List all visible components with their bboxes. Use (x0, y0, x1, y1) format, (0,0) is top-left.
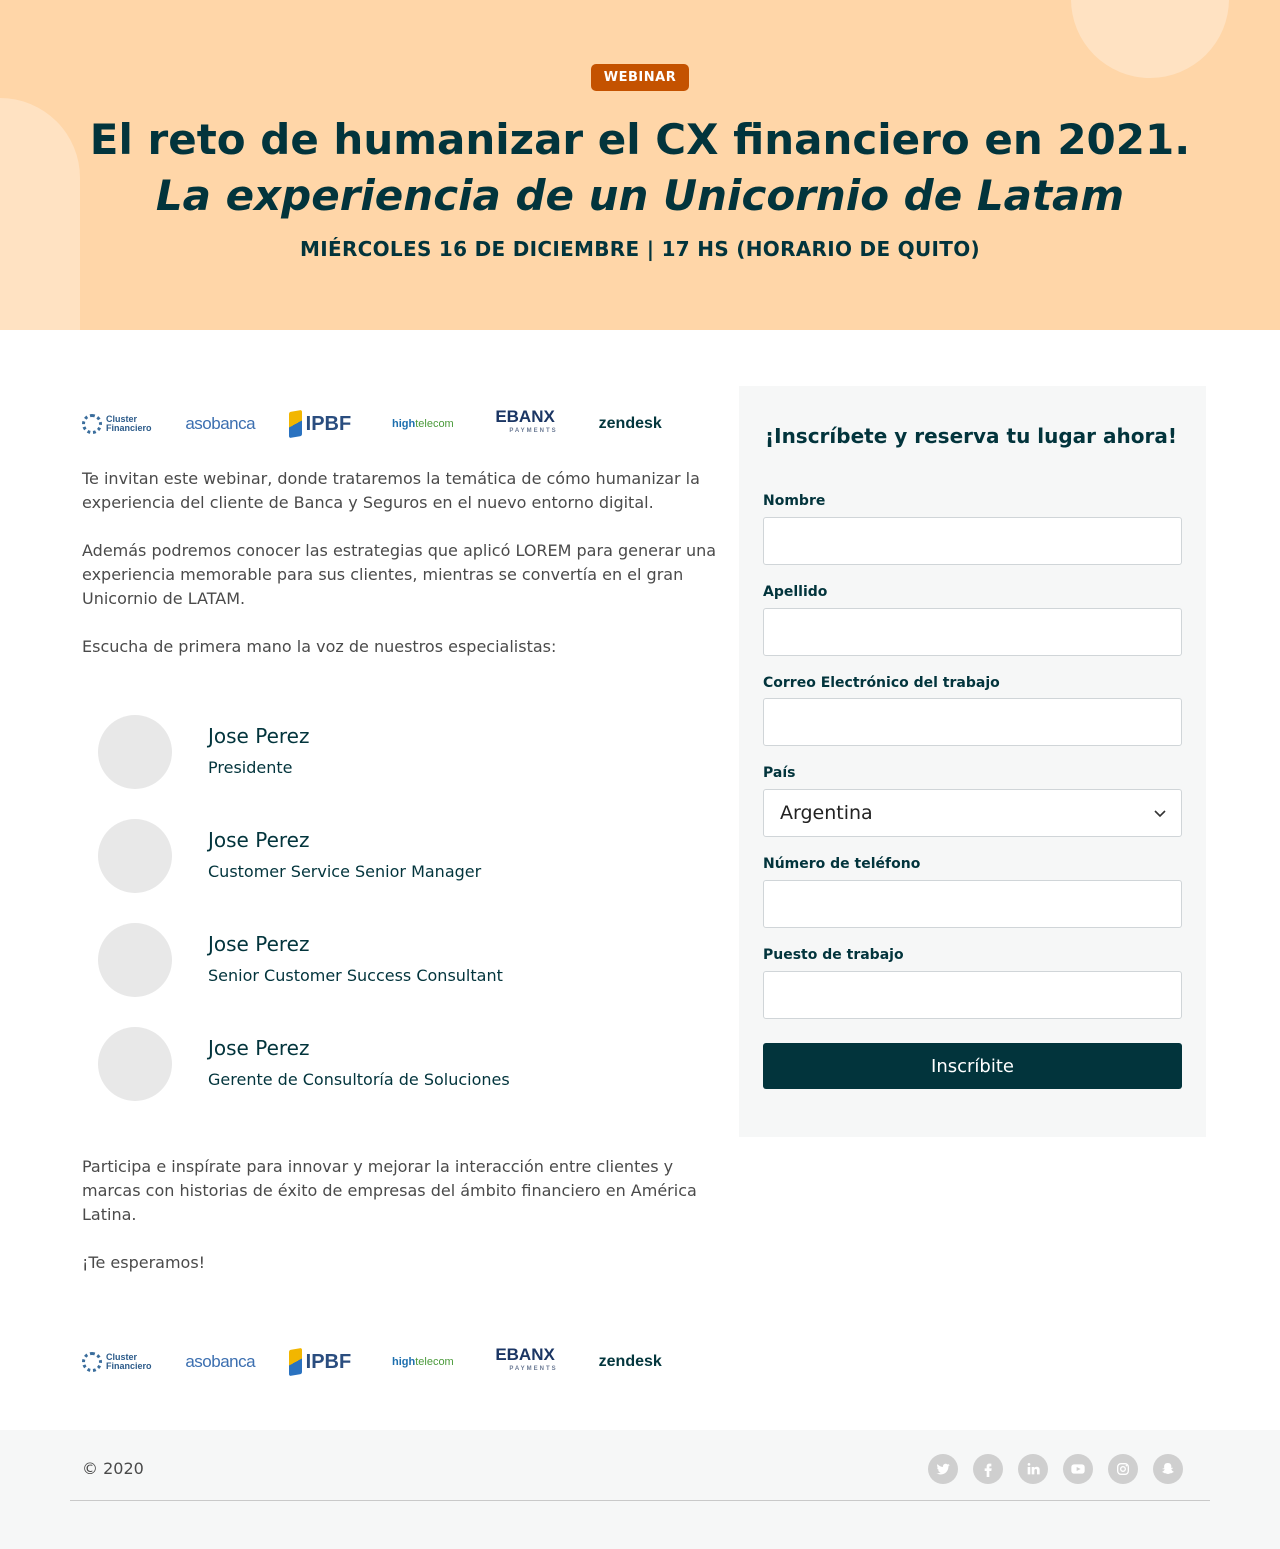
avatar (98, 715, 172, 789)
cluster-financiero-logo: Cluster Financiero (82, 409, 185, 439)
strategy-text: Además podremos conocer las estrategias … (82, 541, 717, 608)
snapchat-icon[interactable] (1153, 1454, 1183, 1484)
sponsor-logos-top: Cluster Financiero asobanca IPBF high tele… (82, 407, 702, 439)
ebanx-logo: EBANX PAYMENTS (495, 1345, 558, 1372)
phone-field[interactable] (763, 880, 1182, 928)
speaker-card: Jose Perez Senior Customer Success Consu… (98, 923, 718, 997)
speaker-role: Senior Customer Success Consultant (208, 966, 503, 985)
zendesk-logo: zendesk (598, 1353, 662, 1370)
linkedin-icon[interactable] (1018, 1454, 1048, 1484)
page-title: El reto de humanizar el CX financiero en… (89, 115, 1191, 164)
speaker-role: Gerente de Consultoría de Soluciones (208, 1070, 510, 1089)
last-name-label: Apellido (763, 584, 828, 600)
speaker-name: Jose Perez (208, 724, 310, 748)
hero-banner: WEBINAR El reto de humanizar el CX finan… (0, 0, 1280, 330)
registration-form: ¡Inscríbete y reserva tu lugar ahora! No… (739, 386, 1206, 1137)
chevron-down-icon (1154, 810, 1166, 818)
email-field[interactable] (763, 698, 1182, 746)
footer: © 2020 (0, 1430, 1280, 1549)
speaker-card: Jose Perez Presidente (98, 715, 718, 789)
ebanx-logo: EBANX PAYMENTS (495, 407, 558, 434)
country-selected-value: Argentina (780, 802, 873, 824)
facebook-icon[interactable] (973, 1454, 1003, 1484)
speaker-role: Customer Service Senior Manager (208, 862, 482, 881)
phone-label: Número de teléfono (763, 856, 921, 872)
asobanca-logo: asobanca (185, 1352, 256, 1371)
speaker-card: Jose Perez Gerente de Consultoría de Sol… (98, 1027, 718, 1101)
avatar (98, 819, 172, 893)
last-name-field[interactable] (763, 608, 1182, 656)
closing-text: ¡Te esperamos! (82, 1253, 206, 1272)
speaker-name: Jose Perez (208, 828, 310, 852)
social-links (928, 1454, 1198, 1484)
hero-decoration-right (1071, 0, 1229, 78)
cluster-financiero-logo: Cluster Financiero (82, 1347, 185, 1377)
avatar (98, 923, 172, 997)
country-label: País (763, 765, 796, 781)
asobanca-logo: asobanca (185, 414, 256, 433)
speaker-role: Presidente (208, 758, 293, 777)
twitter-icon[interactable] (928, 1454, 958, 1484)
ipbf-logo: IPBF (288, 1347, 392, 1377)
form-title: ¡Inscríbete y reserva tu lugar ahora! (765, 424, 1177, 448)
event-date: MIÉRCOLES 16 DE DICIEMBRE | 17 HS (HORAR… (300, 237, 980, 261)
speaker-name: Jose Perez (208, 932, 310, 956)
listen-text: Escucha de primera mano la voz de nuestr… (82, 637, 557, 656)
job-title-field[interactable] (763, 971, 1182, 1019)
hightelecom-logo: high telecom (391, 418, 454, 430)
first-name-label: Nombre (763, 493, 826, 509)
copyright: © 2020 (82, 1459, 144, 1478)
ipbf-logo: IPBF (288, 409, 392, 439)
zendesk-logo: zendesk (598, 415, 662, 432)
submit-button[interactable]: Inscríbite (763, 1043, 1182, 1089)
participate-text: Participa e inspírate para innovar y mej… (82, 1157, 697, 1224)
speaker-card: Jose Perez Customer Service Senior Manag… (98, 819, 718, 893)
page-subtitle: La experiencia de un Unicornio de Latam (155, 171, 1125, 220)
first-name-field[interactable] (763, 517, 1182, 565)
hightelecom-logo: high telecom (391, 1356, 454, 1368)
sponsor-logos-bottom: Cluster Financiero asobanca IPBF high tele… (82, 1345, 702, 1377)
job-title-label: Puesto de trabajo (763, 947, 904, 963)
speaker-name: Jose Perez (208, 1036, 310, 1060)
email-label: Correo Electrónico del trabajo (763, 675, 1000, 691)
youtube-icon[interactable] (1063, 1454, 1093, 1484)
footer-divider (70, 1500, 1210, 1501)
webinar-badge: WEBINAR (591, 64, 689, 91)
avatar (98, 1027, 172, 1101)
instagram-icon[interactable] (1108, 1454, 1138, 1484)
country-select[interactable]: Argentina (763, 789, 1182, 837)
intro-text: Te invitan este webinar, donde trataremo… (82, 469, 700, 512)
